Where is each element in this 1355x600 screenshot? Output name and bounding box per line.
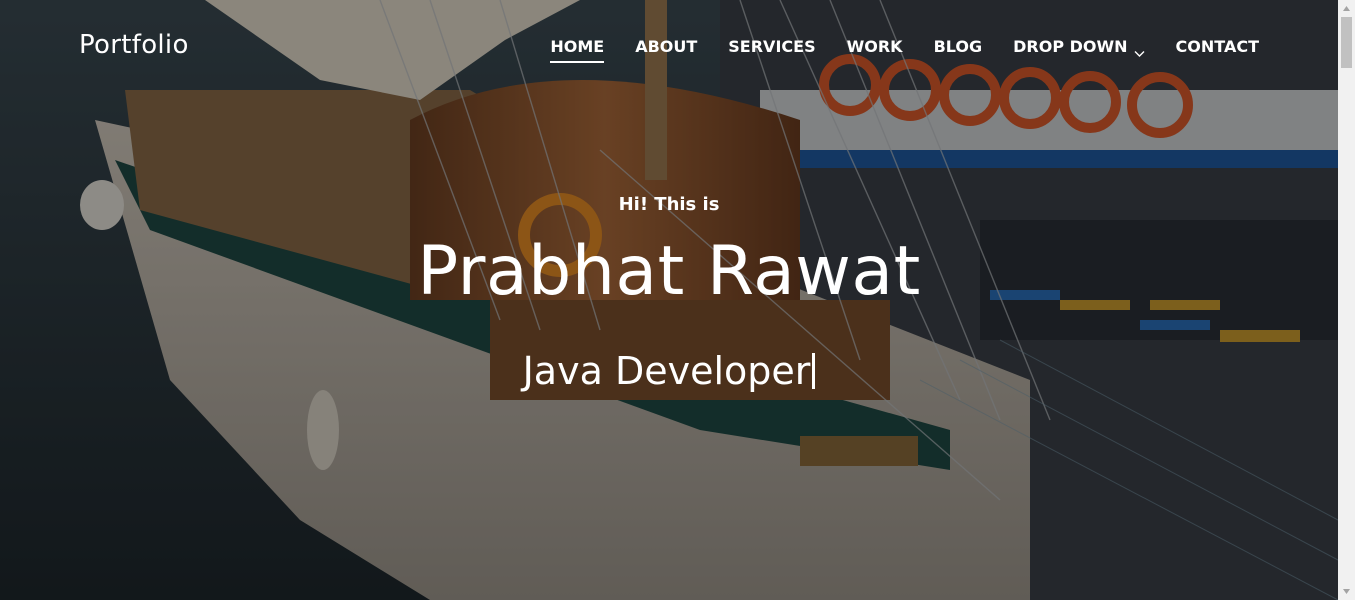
nav-work[interactable]: WORK [847, 37, 903, 62]
nav-dropdown[interactable]: DROP DOWN [1013, 37, 1145, 62]
scroll-down-arrow-icon[interactable] [1338, 583, 1355, 600]
nav-blog[interactable]: BLOG [934, 37, 983, 62]
brand-logo[interactable]: Portfolio [79, 30, 189, 60]
hero-role: Java Developer [522, 349, 811, 393]
page: Portfolio HOME ABOUT SERVICES WORK BLOG … [0, 0, 1355, 600]
nav-work-label: WORK [846, 37, 903, 56]
nav-about-label: ABOUT [635, 37, 698, 56]
scrollbar-thumb[interactable] [1341, 17, 1352, 68]
nav-services[interactable]: SERVICES [728, 37, 815, 62]
scroll-up-arrow-icon[interactable] [1338, 0, 1355, 17]
nav-services-label: SERVICES [728, 37, 816, 56]
main-nav: HOME ABOUT SERVICES WORK BLOG DROP DOWN … [519, 37, 1259, 63]
nav-dropdown-label: DROP DOWN [1013, 37, 1128, 56]
hero-role-line: Java Developer [0, 349, 1338, 393]
page-scrollbar[interactable] [1338, 0, 1355, 600]
typing-caret [812, 353, 816, 389]
nav-home-label: HOME [550, 37, 605, 56]
nav-contact[interactable]: CONTACT [1176, 37, 1259, 62]
nav-about[interactable]: ABOUT [635, 37, 697, 62]
hero-greeting: Hi! This is [618, 194, 720, 215]
nav-blog-label: BLOG [933, 37, 983, 56]
chevron-down-icon [1134, 43, 1145, 57]
nav-home[interactable]: HOME [550, 37, 605, 63]
nav-contact-label: CONTACT [1175, 37, 1259, 56]
hero-name: Prabhat Rawat [417, 232, 921, 311]
